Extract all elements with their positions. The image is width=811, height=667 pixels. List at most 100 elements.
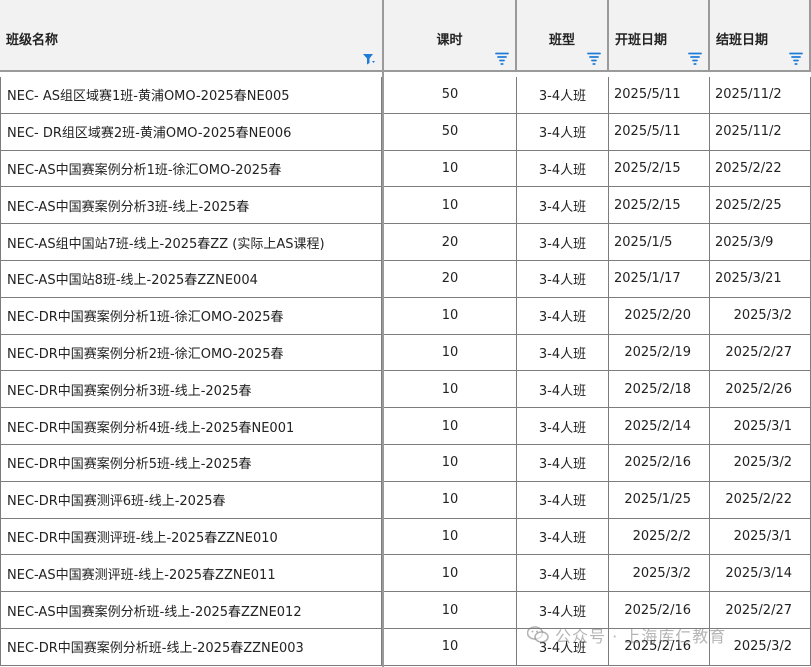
class-type-cell[interactable]: 3-4人班 <box>517 371 609 409</box>
table-row[interactable]: NEC-DR中国赛测评6班-线上-2025春 10 3-4人班 2025/1/2… <box>0 481 811 519</box>
table-row[interactable]: NEC-DR中国赛案例分析3班-线上-2025春 10 3-4人班 2025/2… <box>0 371 811 409</box>
hours-cell[interactable]: 20 <box>384 224 517 261</box>
class-name-cell[interactable]: NEC-DR中国赛案例分析班-线上-2025春ZZNE003 <box>0 629 382 666</box>
class-type-cell[interactable]: 3-4人班 <box>517 261 609 298</box>
table-row[interactable]: NEC- AS组区域赛1班-黄浦OMO-2025春NE005 50 3-4人班 … <box>0 77 811 114</box>
hours-cell[interactable]: 50 <box>384 113 517 151</box>
table-row[interactable]: NEC-DR中国赛测评班-线上-2025春ZZNE010 10 3-4人班 20… <box>0 518 811 556</box>
end-date-cell[interactable]: 2025/3/9 <box>710 224 811 261</box>
class-name-cell[interactable]: NEC- DR组区域赛2班-黄浦OMO-2025春NE006 <box>0 113 382 151</box>
table-row[interactable]: NEC-DR中国赛案例分析2班-徐汇OMO-2025春 10 3-4人班 202… <box>0 334 811 372</box>
class-name-cell[interactable]: NEC-AS中国赛测评班-线上-2025春ZZNE011 <box>0 555 382 593</box>
start-date-cell[interactable]: 2025/2/19 <box>609 334 710 372</box>
class-name-cell[interactable]: NEC-DR中国赛案例分析3班-线上-2025春 <box>0 371 382 409</box>
end-date-cell[interactable]: 2025/2/26 <box>710 371 811 409</box>
table-row[interactable]: NEC-DR中国赛案例分析5班-线上-2025春 10 3-4人班 2025/2… <box>0 445 811 482</box>
class-type-cell[interactable]: 3-4人班 <box>517 481 609 519</box>
filter-icon[interactable] <box>789 52 803 66</box>
table-row[interactable]: NEC-AS中国站8班-线上-2025春ZZNE004 20 3-4人班 202… <box>0 261 811 298</box>
table-row[interactable]: NEC-AS中国赛案例分析3班-线上-2025春 10 3-4人班 2025/2… <box>0 187 811 225</box>
header-end-date[interactable]: 结班日期 <box>710 0 811 72</box>
start-date-cell[interactable]: 2025/1/25 <box>609 481 710 519</box>
class-type-cell[interactable]: 3-4人班 <box>517 334 609 372</box>
filter-icon[interactable] <box>688 52 702 66</box>
filter-icon[interactable] <box>587 52 601 66</box>
class-name-cell[interactable]: NEC- AS组区域赛1班-黄浦OMO-2025春NE005 <box>0 77 382 114</box>
class-name-cell[interactable]: NEC-DR中国赛测评6班-线上-2025春 <box>0 481 382 519</box>
filter-applied-icon[interactable] <box>362 52 376 66</box>
table-row[interactable]: NEC-DR中国赛案例分析1班-徐汇OMO-2025春 10 3-4人班 202… <box>0 297 811 335</box>
start-date-cell[interactable]: 2025/3/2 <box>609 555 710 593</box>
end-date-cell[interactable]: 2025/2/25 <box>710 187 811 225</box>
class-name-cell[interactable]: NEC-AS中国赛案例分析3班-线上-2025春 <box>0 187 382 225</box>
header-class-type[interactable]: 班型 <box>517 0 609 72</box>
end-date-cell[interactable]: 2025/3/1 <box>710 518 811 556</box>
header-start-date[interactable]: 开班日期 <box>609 0 710 72</box>
class-type-cell[interactable]: 3-4人班 <box>517 445 609 482</box>
class-type-cell[interactable]: 3-4人班 <box>517 187 609 225</box>
class-type-cell[interactable]: 3-4人班 <box>517 224 609 261</box>
class-type-cell[interactable]: 3-4人班 <box>517 113 609 151</box>
end-date-cell[interactable]: 2025/2/27 <box>710 334 811 372</box>
header-label: 开班日期 <box>615 33 668 48</box>
start-date-cell[interactable]: 2025/2/2 <box>609 518 710 556</box>
start-date-cell[interactable]: 2025/1/5 <box>609 224 710 261</box>
hours-cell[interactable]: 10 <box>384 371 517 409</box>
start-date-cell[interactable]: 2025/2/16 <box>609 445 710 482</box>
class-type-cell[interactable]: 3-4人班 <box>517 408 609 445</box>
start-date-cell[interactable]: 2025/2/20 <box>609 297 710 335</box>
table-row[interactable]: NEC- DR组区域赛2班-黄浦OMO-2025春NE006 50 3-4人班 … <box>0 113 811 151</box>
hours-cell[interactable]: 10 <box>384 592 517 629</box>
class-name-cell[interactable]: NEC-DR中国赛案例分析5班-线上-2025春 <box>0 445 382 482</box>
end-date-cell[interactable]: 2025/11/2 <box>710 113 811 151</box>
class-name-cell[interactable]: NEC-AS中国赛案例分析1班-徐汇OMO-2025春 <box>0 150 382 188</box>
filter-icon[interactable] <box>495 52 509 66</box>
class-type-cell[interactable]: 3-4人班 <box>517 77 609 114</box>
class-name-cell[interactable]: NEC-DR中国赛案例分析2班-徐汇OMO-2025春 <box>0 334 382 372</box>
table-row[interactable]: NEC-AS组中国站7班-线上-2025春ZZ (实际上AS课程) 20 3-4… <box>0 224 811 261</box>
hours-cell[interactable]: 20 <box>384 261 517 298</box>
end-date-cell[interactable]: 2025/3/2 <box>710 445 811 482</box>
hours-cell[interactable]: 10 <box>384 445 517 482</box>
class-type-cell[interactable]: 3-4人班 <box>517 518 609 556</box>
end-date-cell[interactable]: 2025/2/22 <box>710 150 811 188</box>
class-name-cell[interactable]: NEC-DR中国赛案例分析4班-线上-2025春NE001 <box>0 408 382 445</box>
hours-cell[interactable]: 10 <box>384 150 517 188</box>
end-date-cell[interactable]: 2025/3/21 <box>710 261 811 298</box>
end-date-cell[interactable]: 2025/3/2 <box>710 297 811 335</box>
hours-cell[interactable]: 10 <box>384 334 517 372</box>
header-label: 班型 <box>548 33 575 48</box>
end-date-cell[interactable]: 2025/11/2 <box>710 77 811 114</box>
start-date-cell[interactable]: 2025/2/18 <box>609 371 710 409</box>
class-name-cell[interactable]: NEC-DR中国赛案例分析1班-徐汇OMO-2025春 <box>0 297 382 335</box>
class-type-cell[interactable]: 3-4人班 <box>517 150 609 188</box>
start-date-cell[interactable]: 2025/5/11 <box>609 77 710 114</box>
start-date-cell[interactable]: 2025/1/17 <box>609 261 710 298</box>
table-row[interactable]: NEC-AS中国赛案例分析1班-徐汇OMO-2025春 10 3-4人班 202… <box>0 150 811 188</box>
class-type-cell[interactable]: 3-4人班 <box>517 555 609 593</box>
start-date-cell[interactable]: 2025/2/14 <box>609 408 710 445</box>
hours-cell[interactable]: 10 <box>384 187 517 225</box>
hours-cell[interactable]: 10 <box>384 555 517 593</box>
class-name-cell[interactable]: NEC-AS中国站8班-线上-2025春ZZNE004 <box>0 261 382 298</box>
header-hours[interactable]: 课时 <box>384 0 517 72</box>
class-name-cell[interactable]: NEC-AS组中国站7班-线上-2025春ZZ (实际上AS课程) <box>0 224 382 261</box>
start-date-cell[interactable]: 2025/2/15 <box>609 187 710 225</box>
end-date-cell[interactable]: 2025/2/22 <box>710 481 811 519</box>
hours-cell[interactable]: 10 <box>384 629 517 666</box>
header-class-name[interactable]: 班级名称 <box>0 0 384 72</box>
hours-cell[interactable]: 10 <box>384 408 517 445</box>
start-date-cell[interactable]: 2025/5/11 <box>609 113 710 151</box>
end-date-cell[interactable]: 2025/3/14 <box>710 555 811 593</box>
hours-cell[interactable]: 50 <box>384 77 517 114</box>
start-date-cell[interactable]: 2025/2/15 <box>609 150 710 188</box>
hours-cell[interactable]: 10 <box>384 297 517 335</box>
table-row[interactable]: NEC-DR中国赛案例分析4班-线上-2025春NE001 10 3-4人班 2… <box>0 408 811 445</box>
class-type-cell[interactable]: 3-4人班 <box>517 297 609 335</box>
class-name-cell[interactable]: NEC-DR中国赛测评班-线上-2025春ZZNE010 <box>0 518 382 556</box>
class-name-cell[interactable]: NEC-AS中国赛案例分析班-线上-2025春ZZNE012 <box>0 592 382 629</box>
hours-cell[interactable]: 10 <box>384 481 517 519</box>
hours-cell[interactable]: 10 <box>384 518 517 556</box>
end-date-cell[interactable]: 2025/3/1 <box>710 408 811 445</box>
table-row[interactable]: NEC-AS中国赛测评班-线上-2025春ZZNE011 10 3-4人班 20… <box>0 555 811 593</box>
